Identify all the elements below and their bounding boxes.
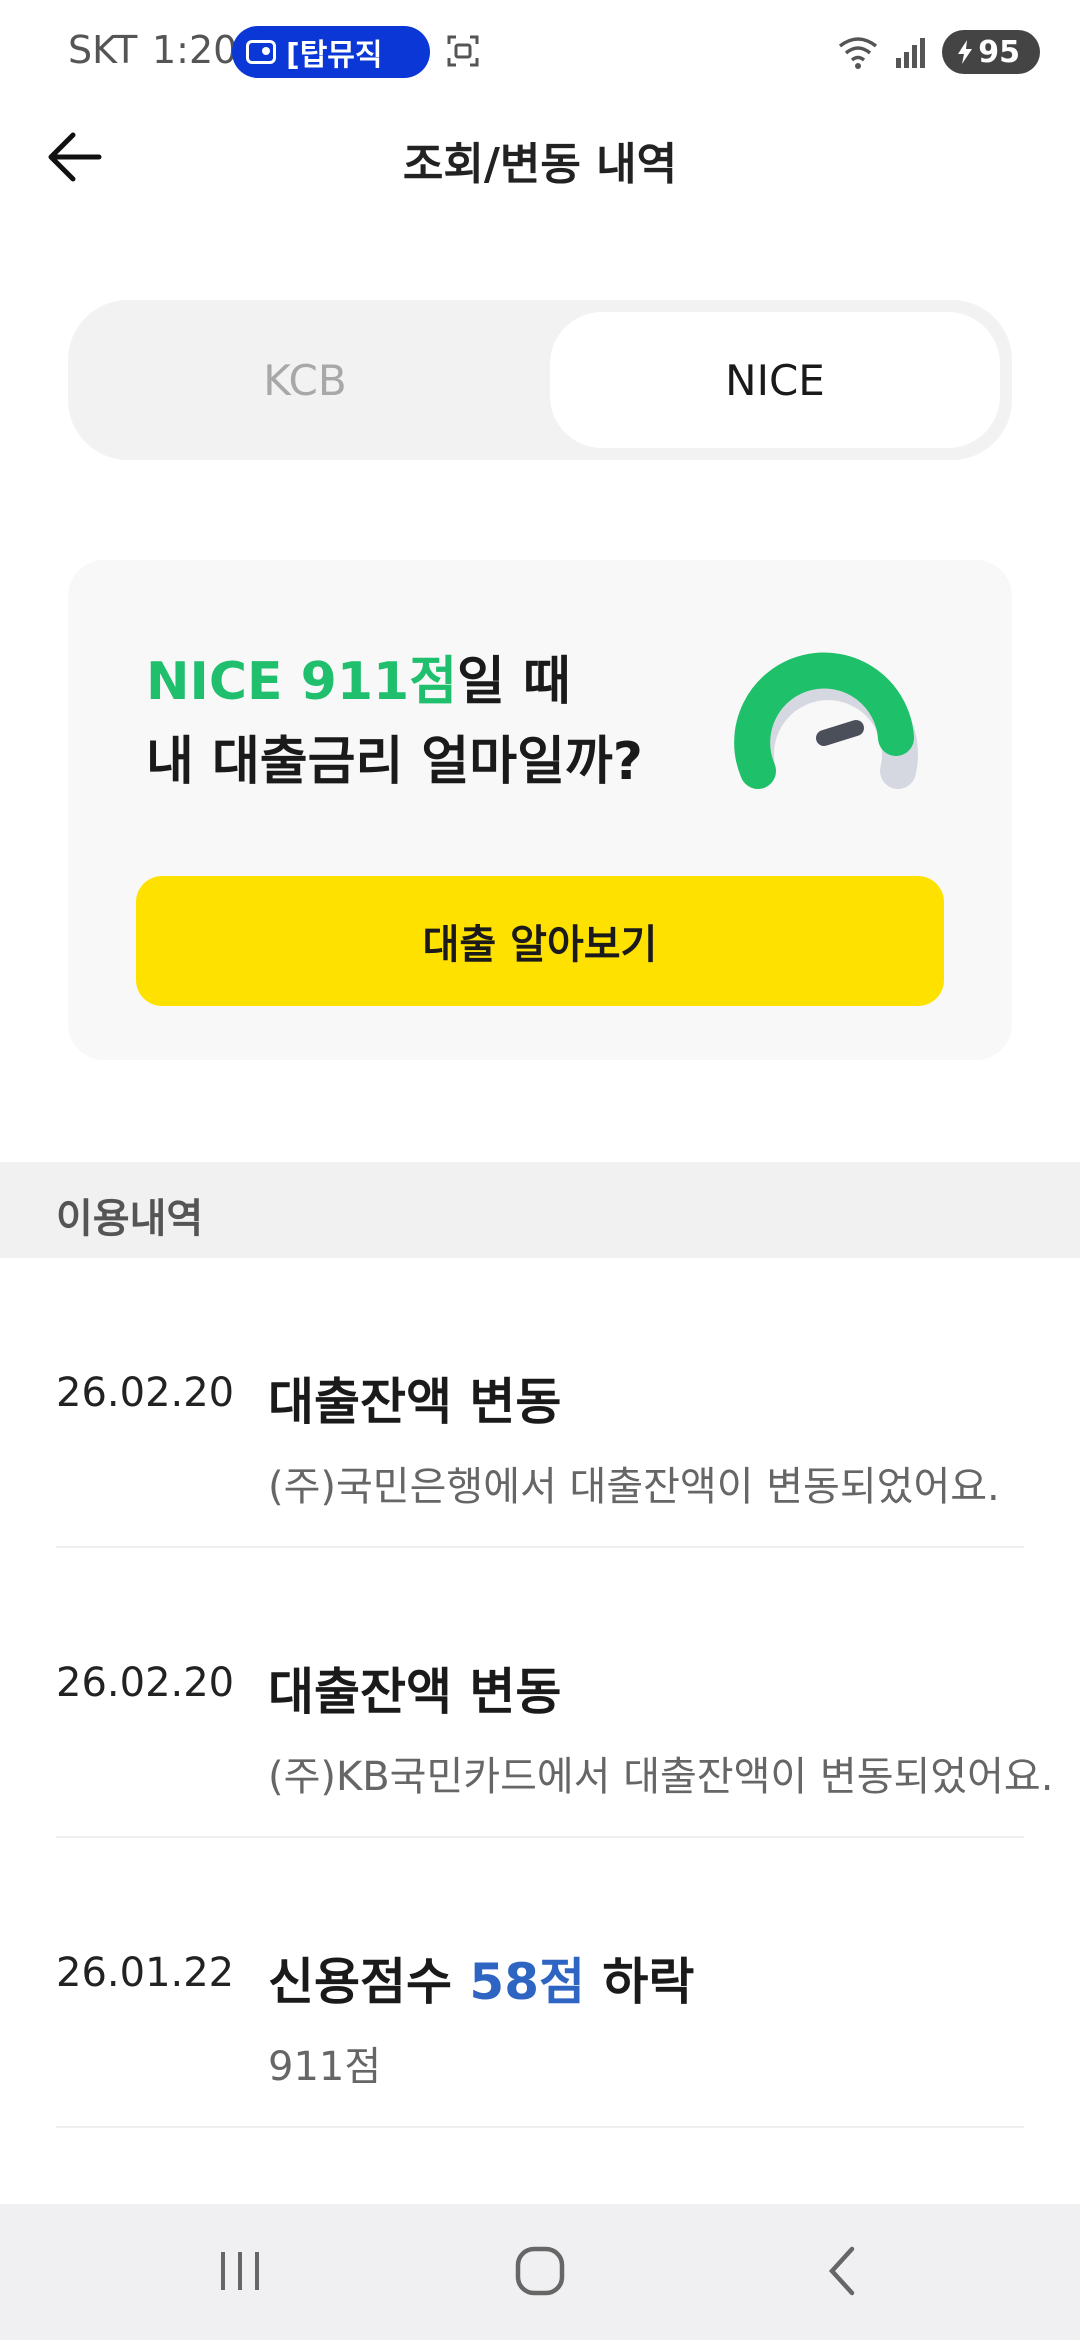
bureau-tab-switcher: KCB NICE: [68, 300, 1012, 460]
back-icon: [828, 2246, 855, 2296]
battery-indicator: 95: [942, 30, 1040, 74]
media-pill[interactable]: [탑뮤직: [232, 26, 430, 78]
item-title-prefix: 신용점수: [268, 1953, 470, 2011]
home-icon: [515, 2246, 565, 2296]
tab-kcb[interactable]: KCB: [80, 312, 530, 448]
signal-icon: [896, 38, 926, 68]
system-nav-bar: [0, 2204, 1080, 2340]
section-title: 이용내역: [56, 1196, 204, 1242]
score-highlight: NICE 911점: [146, 652, 458, 712]
app-header: 조회/변동 내역: [0, 110, 1080, 200]
status-icons: 95: [836, 30, 1040, 74]
screen-capture-icon: [447, 35, 479, 67]
media-pill-label: [탑뮤직: [286, 38, 383, 73]
page-title: 조회/변동 내역: [402, 139, 678, 190]
item-title: 대출잔액 변동: [268, 1373, 562, 1431]
list-item[interactable]: 26.02.20 대출잔액 변동 (주)국민은행에서 대출잔액이 변동되었어요.: [56, 1258, 1024, 1548]
item-date: 26.01.22: [56, 1950, 235, 1996]
radio-icon: [246, 40, 276, 64]
promo-text: NICE 911점일 때 내 대출금리 얼마일까?: [146, 642, 643, 802]
gauge-icon: [734, 652, 918, 789]
item-title: 대출잔액 변동: [268, 1663, 562, 1721]
clock: 1:20: [152, 28, 238, 72]
score-change-highlight: 58점: [469, 1953, 586, 2011]
loan-promo-card: NICE 911점일 때 내 대출금리 얼마일까? 대출 알아보기: [68, 560, 1012, 1060]
nav-back-button[interactable]: [804, 2236, 884, 2306]
item-date: 26.02.20: [56, 1370, 235, 1416]
item-description: 911점: [268, 2044, 382, 2090]
recent-apps-button[interactable]: [200, 2236, 280, 2306]
home-button[interactable]: [500, 2236, 580, 2306]
carrier-label: SKT: [68, 28, 138, 72]
item-description: (주)KB국민카드에서 대출잔액이 변동되었어요.: [268, 1754, 1054, 1800]
charging-icon: [958, 40, 973, 64]
wifi-icon: [839, 37, 878, 69]
battery-level: 95: [978, 34, 1020, 70]
recent-apps-icon: [221, 2252, 259, 2290]
section-header: 이용내역: [0, 1162, 1080, 1258]
tab-nice[interactable]: NICE: [550, 312, 1000, 448]
item-title-suffix: 하락: [585, 1953, 695, 2011]
item-description: (주)국민은행에서 대출잔액이 변동되었어요.: [268, 1464, 1000, 1510]
promo-line1: 일 때: [457, 652, 571, 712]
status-bar: SKT 1:20 [탑뮤직 95: [0, 0, 1080, 110]
list-item[interactable]: 26.02.20 대출잔액 변동 (주)KB국민카드에서 대출잔액이 변동되었어…: [56, 1548, 1053, 1838]
list-item[interactable]: 26.01.22 신용점수 58점 하락 911점: [56, 1838, 1024, 2128]
loan-explore-button[interactable]: 대출 알아보기: [136, 876, 944, 1006]
item-title: 신용점수 58점 하락: [268, 1942, 694, 2014]
item-date: 26.02.20: [56, 1660, 235, 1706]
promo-line2: 내 대출금리 얼마일까?: [146, 732, 643, 792]
